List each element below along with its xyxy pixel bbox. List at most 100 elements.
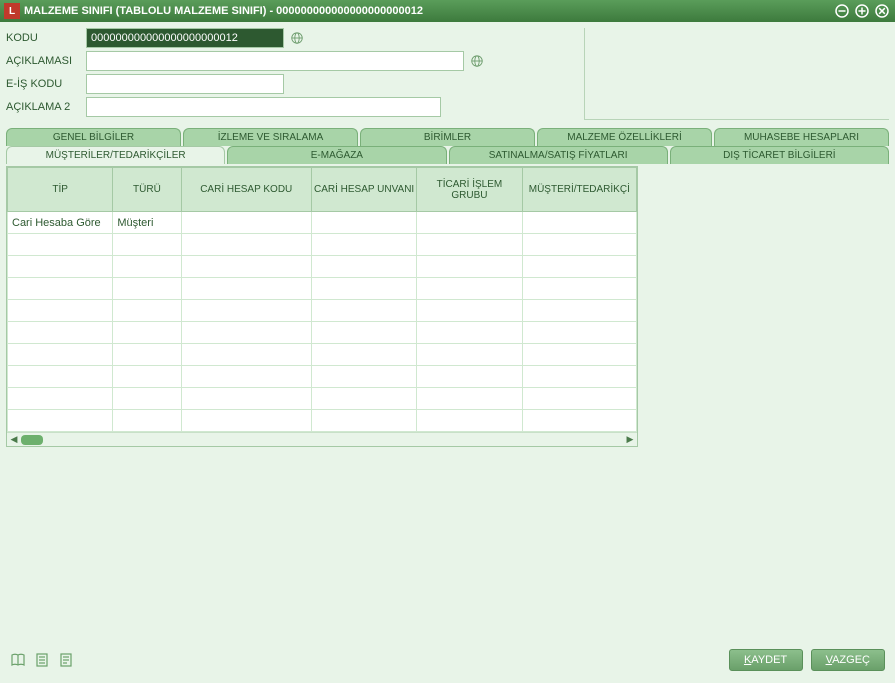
table-cell[interactable] — [311, 278, 416, 300]
table-row[interactable] — [8, 410, 637, 432]
table-cell[interactable] — [311, 256, 416, 278]
globe-icon[interactable] — [288, 29, 306, 47]
table-cell[interactable] — [181, 388, 311, 410]
save-button[interactable]: KAYDET — [729, 649, 803, 671]
table-cell[interactable] — [417, 278, 522, 300]
scroll-thumb[interactable] — [21, 435, 43, 445]
table-cell[interactable] — [417, 366, 522, 388]
table-cell[interactable] — [113, 410, 181, 432]
scroll-right-arrow[interactable]: ▶ — [623, 434, 637, 446]
table-row[interactable] — [8, 278, 637, 300]
table-cell[interactable] — [311, 322, 416, 344]
tab-satinalma-satis-fiyatlari[interactable]: SATINALMA/SATIŞ FİYATLARI — [449, 146, 668, 164]
table-cell[interactable] — [8, 234, 113, 256]
table-cell[interactable] — [311, 344, 416, 366]
table-cell[interactable] — [522, 322, 636, 344]
table-cell[interactable] — [417, 256, 522, 278]
table-cell[interactable] — [311, 388, 416, 410]
table-cell[interactable] — [8, 256, 113, 278]
document-icon[interactable] — [34, 652, 50, 668]
table-cell[interactable] — [113, 344, 181, 366]
minimize-button[interactable] — [833, 2, 851, 20]
table-cell[interactable] — [113, 366, 181, 388]
table-cell[interactable] — [8, 410, 113, 432]
table-cell[interactable] — [181, 256, 311, 278]
table-row[interactable] — [8, 344, 637, 366]
table-cell[interactable] — [417, 410, 522, 432]
table-cell[interactable] — [522, 410, 636, 432]
col-header-ticari-islem-grubu[interactable]: TİCARİ İŞLEM GRUBU — [417, 168, 522, 212]
table-cell[interactable] — [8, 388, 113, 410]
cancel-button[interactable]: VAZGEÇ — [811, 649, 885, 671]
table-cell[interactable] — [417, 212, 522, 234]
tab-emagaza[interactable]: E-MAĞAZA — [227, 146, 446, 164]
col-header-turu[interactable]: TÜRÜ — [113, 168, 181, 212]
table-cell[interactable] — [113, 300, 181, 322]
table-cell[interactable]: Cari Hesaba Göre — [8, 212, 113, 234]
table-cell[interactable] — [181, 300, 311, 322]
table-row[interactable] — [8, 300, 637, 322]
maximize-button[interactable] — [853, 2, 871, 20]
table-cell[interactable] — [417, 388, 522, 410]
table-cell[interactable] — [522, 300, 636, 322]
col-header-cari-hesap-kodu[interactable]: CARİ HESAP KODU — [181, 168, 311, 212]
horizontal-scrollbar[interactable]: ◀ ▶ — [7, 432, 637, 446]
table-cell[interactable] — [113, 388, 181, 410]
table-cell[interactable] — [8, 278, 113, 300]
table-row[interactable] — [8, 234, 637, 256]
table-cell[interactable] — [311, 300, 416, 322]
table-cell[interactable]: Müşteri — [113, 212, 181, 234]
table-cell[interactable] — [113, 278, 181, 300]
table-cell[interactable] — [417, 234, 522, 256]
tab-genel-bilgiler[interactable]: GENEL BİLGİLER — [6, 128, 181, 146]
table-cell[interactable] — [113, 256, 181, 278]
table-cell[interactable] — [8, 322, 113, 344]
table-cell[interactable] — [181, 410, 311, 432]
table-row[interactable] — [8, 366, 637, 388]
book-icon[interactable] — [10, 652, 26, 668]
close-button[interactable] — [873, 2, 891, 20]
table-cell[interactable] — [8, 344, 113, 366]
table-cell[interactable] — [8, 366, 113, 388]
table-cell[interactable] — [181, 344, 311, 366]
table-cell[interactable] — [522, 344, 636, 366]
table-cell[interactable] — [417, 322, 522, 344]
table-cell[interactable] — [522, 212, 636, 234]
table-row[interactable] — [8, 322, 637, 344]
table-cell[interactable] — [522, 388, 636, 410]
globe-icon[interactable] — [468, 52, 486, 70]
table-cell[interactable] — [181, 322, 311, 344]
table-cell[interactable] — [311, 366, 416, 388]
list-icon[interactable] — [58, 652, 74, 668]
col-header-cari-hesap-unvani[interactable]: CARİ HESAP UNVANI — [311, 168, 416, 212]
tab-izleme-siralama[interactable]: İZLEME VE SIRALAMA — [183, 128, 358, 146]
tab-musteriler-tedarikciler[interactable]: MÜŞTERİLER/TEDARİKÇİLER — [6, 146, 225, 164]
tab-birimler[interactable]: BİRİMLER — [360, 128, 535, 146]
table-cell[interactable] — [181, 366, 311, 388]
tab-malzeme-ozellikleri[interactable]: MALZEME ÖZELLİKLERİ — [537, 128, 712, 146]
table-cell[interactable] — [181, 278, 311, 300]
table-cell[interactable] — [522, 366, 636, 388]
table-cell[interactable] — [311, 410, 416, 432]
kodu-input[interactable] — [86, 28, 284, 48]
table-cell[interactable] — [113, 322, 181, 344]
table-cell[interactable] — [8, 300, 113, 322]
table-cell[interactable] — [311, 234, 416, 256]
table-row[interactable]: Cari Hesaba GöreMüşteri — [8, 212, 637, 234]
col-header-tip[interactable]: TİP — [8, 168, 113, 212]
data-grid[interactable]: TİP TÜRÜ CARİ HESAP KODU CARİ HESAP UNVA… — [7, 167, 637, 432]
table-cell[interactable] — [181, 234, 311, 256]
table-cell[interactable] — [113, 234, 181, 256]
table-cell[interactable] — [311, 212, 416, 234]
table-cell[interactable] — [417, 344, 522, 366]
tab-muhasebe-hesaplari[interactable]: MUHASEBE HESAPLARI — [714, 128, 889, 146]
scroll-track[interactable] — [21, 435, 623, 445]
table-row[interactable] — [8, 256, 637, 278]
table-cell[interactable] — [522, 278, 636, 300]
aciklamasi-input[interactable] — [86, 51, 464, 71]
aciklama2-input[interactable] — [86, 97, 441, 117]
table-cell[interactable] — [522, 234, 636, 256]
col-header-musteri-tedarikci[interactable]: MÜŞTERİ/TEDARİKÇİ — [522, 168, 636, 212]
table-cell[interactable] — [417, 300, 522, 322]
eiskodu-input[interactable] — [86, 74, 284, 94]
